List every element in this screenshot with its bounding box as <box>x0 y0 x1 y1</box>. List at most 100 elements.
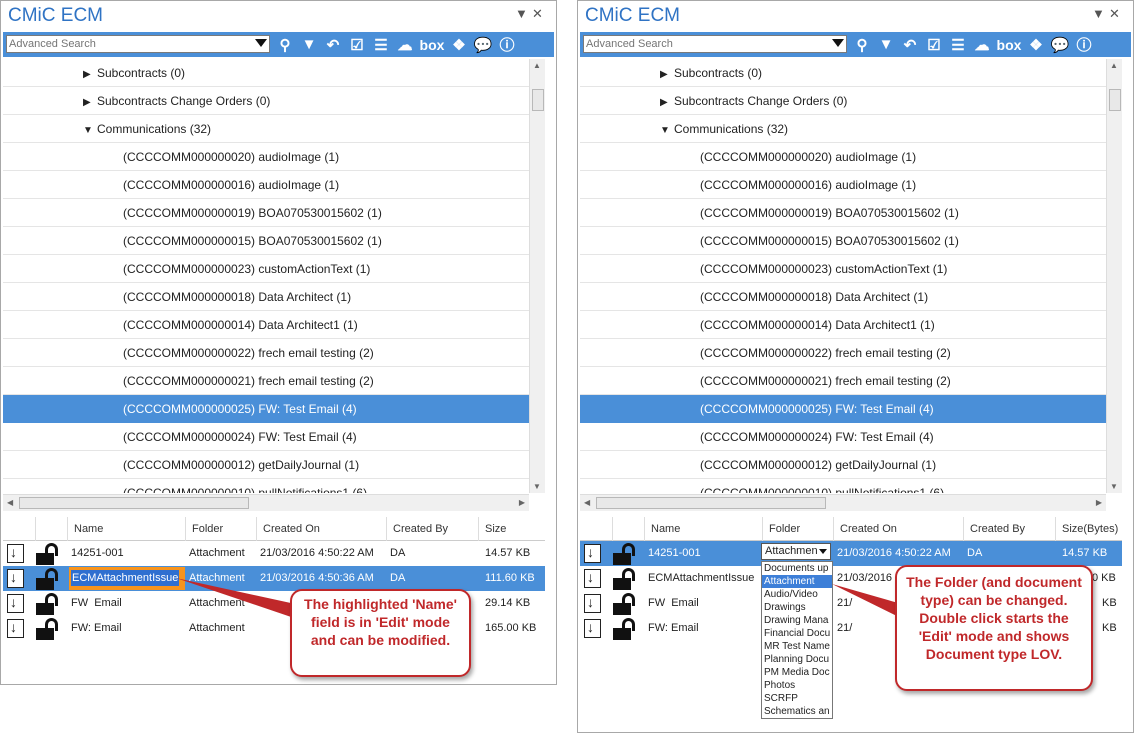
col-created-on[interactable]: Created On <box>256 517 386 541</box>
name-edit-text[interactable]: ECMAttachmentIssue <box>71 570 179 586</box>
scroll-thumb[interactable] <box>19 497 249 509</box>
download-icon[interactable] <box>584 569 601 588</box>
table-row[interactable]: 14251-001 Attachment 21/03/2016 4:50:22 … <box>3 541 545 566</box>
tree-node-selected[interactable]: (CCCCOMM000000025) FW: Test Email (4) <box>580 395 1106 423</box>
lov-option[interactable]: Schematics an <box>762 705 832 718</box>
tree-node[interactable]: (CCCCOMM000000018) Data Architect (1) <box>3 283 529 311</box>
pin-dropdown-icon[interactable]: ▼ <box>515 6 528 21</box>
table-row-selected[interactable]: ECMAttachmentIssue Attachment 21/03/2016… <box>3 566 545 591</box>
expanded-triangle-icon[interactable]: ▼ <box>660 117 674 145</box>
scroll-thumb[interactable] <box>596 497 826 509</box>
tree-node[interactable]: (CCCCOMM000000022) frech email testing (… <box>3 339 529 367</box>
tree-node[interactable]: ▼ Communications (32) <box>580 115 1106 143</box>
lov-option[interactable]: Photos <box>762 679 832 692</box>
col-folder[interactable]: Folder <box>762 517 833 541</box>
tree-vertical-scrollbar[interactable]: ▲ ▼ <box>529 59 545 493</box>
col-created-on[interactable]: Created On <box>833 517 963 541</box>
col-folder[interactable]: Folder <box>185 517 256 541</box>
tree-horizontal-scrollbar[interactable]: ◀ ▶ <box>580 494 1106 511</box>
advanced-search-input[interactable] <box>586 37 826 51</box>
tree-node-selected[interactable]: (CCCCOMM000000025) FW: Test Email (4) <box>3 395 529 423</box>
tree-node[interactable]: (CCCCOMM000000021) frech email testing (… <box>3 367 529 395</box>
tree-node[interactable]: (CCCCOMM000000020) audioImage (1) <box>3 143 529 171</box>
tree-node[interactable]: (CCCCOMM000000024) FW: Test Email (4) <box>3 423 529 451</box>
tree-vertical-scrollbar[interactable]: ▲ ▼ <box>1106 59 1122 493</box>
collapsed-triangle-icon[interactable]: ▶ <box>83 89 97 117</box>
lov-option[interactable]: Documents up <box>762 562 832 575</box>
checkbox-icon[interactable]: ☑ <box>345 34 369 56</box>
advanced-search-combo[interactable] <box>583 35 847 53</box>
filter-icon[interactable]: ▼ <box>874 34 898 56</box>
lov-option-selected[interactable]: Attachment <box>762 575 832 588</box>
advanced-search-input[interactable] <box>9 37 249 51</box>
dropbox-icon[interactable]: ❖ <box>1024 34 1048 56</box>
close-icon[interactable]: ✕ <box>1109 6 1120 22</box>
unlock-icon[interactable] <box>613 543 635 565</box>
tree-node[interactable]: (CCCCOMM000000021) frech email testing (… <box>580 367 1106 395</box>
scroll-up-icon[interactable]: ▲ <box>533 61 541 70</box>
filter-icon[interactable]: ▼ <box>297 34 321 56</box>
undo-icon[interactable]: ↶ <box>321 34 345 56</box>
scroll-left-icon[interactable]: ◀ <box>7 498 13 507</box>
tree-node[interactable]: (CCCCOMM000000018) Data Architect (1) <box>580 283 1106 311</box>
box-icon[interactable]: box <box>417 34 447 56</box>
chevron-down-icon[interactable] <box>255 39 267 47</box>
lov-option[interactable]: Drawings <box>762 601 832 614</box>
unlock-icon[interactable] <box>36 543 58 565</box>
folder-edit-combo[interactable]: Attachmen <box>761 543 831 560</box>
tree-horizontal-scrollbar[interactable]: ◀ ▶ <box>3 494 529 511</box>
info-icon[interactable]: ⓘ <box>495 34 519 56</box>
lov-option[interactable]: Drawing Mana <box>762 614 832 627</box>
chevron-down-icon[interactable] <box>819 549 827 554</box>
tree-node[interactable]: (CCCCOMM000000024) FW: Test Email (4) <box>580 423 1106 451</box>
download-icon[interactable] <box>7 619 24 638</box>
scroll-right-icon[interactable]: ▶ <box>519 498 525 507</box>
chevron-down-icon[interactable] <box>832 39 844 47</box>
scroll-right-icon[interactable]: ▶ <box>1096 498 1102 507</box>
col-created-by[interactable]: Created By <box>963 517 1055 541</box>
unlock-icon[interactable] <box>36 568 58 590</box>
close-icon[interactable]: ✕ <box>532 6 543 22</box>
download-icon[interactable] <box>7 569 24 588</box>
list-icon[interactable]: ☰ <box>369 34 393 56</box>
lov-option[interactable]: Planning Docu <box>762 653 832 666</box>
expanded-triangle-icon[interactable]: ▼ <box>83 117 97 145</box>
tree-node[interactable]: ▼ Communications (32) <box>3 115 529 143</box>
scroll-thumb[interactable] <box>1109 89 1121 111</box>
scroll-up-icon[interactable]: ▲ <box>1110 61 1118 70</box>
tree-node[interactable]: (CCCCOMM000000015) BOA070530015602 (1) <box>3 227 529 255</box>
scroll-thumb[interactable] <box>532 89 544 111</box>
tree-node[interactable]: ▶ Subcontracts (0) <box>3 59 529 87</box>
lov-option[interactable]: MR Test Name <box>762 640 832 653</box>
tree-node[interactable]: ▶ Subcontracts (0) <box>580 59 1106 87</box>
list-icon[interactable]: ☰ <box>946 34 970 56</box>
tree-node[interactable]: (CCCCOMM000000010) pullNotifications1 (6… <box>580 479 1106 493</box>
tree-node[interactable]: (CCCCOMM000000010) pullNotifications1 (6… <box>3 479 529 493</box>
lov-option[interactable]: PM Media Doc <box>762 666 832 679</box>
cloud-icon[interactable]: ☁ <box>393 34 417 56</box>
tree-node[interactable]: (CCCCOMM000000019) BOA070530015602 (1) <box>3 199 529 227</box>
lov-option[interactable]: Audio/Video <box>762 588 832 601</box>
unlock-icon[interactable] <box>613 593 635 615</box>
tree-node[interactable]: (CCCCOMM000000023) customActionText (1) <box>580 255 1106 283</box>
dropbox-icon[interactable]: ❖ <box>447 34 471 56</box>
tree-node[interactable]: (CCCCOMM000000014) Data Architect1 (1) <box>3 311 529 339</box>
scroll-down-icon[interactable]: ▼ <box>1110 482 1118 491</box>
tree-node[interactable]: (CCCCOMM000000019) BOA070530015602 (1) <box>580 199 1106 227</box>
chat-icon[interactable]: 💬 <box>471 34 495 56</box>
col-size[interactable]: Size <box>478 517 545 541</box>
lov-option[interactable]: Financial Docu <box>762 627 832 640</box>
unlock-icon[interactable] <box>613 618 635 640</box>
download-icon[interactable] <box>7 544 24 563</box>
unlock-icon[interactable] <box>36 593 58 615</box>
collapsed-triangle-icon[interactable]: ▶ <box>660 61 674 89</box>
collapsed-triangle-icon[interactable]: ▶ <box>660 89 674 117</box>
download-icon[interactable] <box>584 619 601 638</box>
collapsed-triangle-icon[interactable]: ▶ <box>83 61 97 89</box>
tree-node[interactable]: (CCCCOMM000000022) frech email testing (… <box>580 339 1106 367</box>
download-icon[interactable] <box>584 594 601 613</box>
advanced-search-combo[interactable] <box>6 35 270 53</box>
tree-node[interactable]: ▶ Subcontracts Change Orders (0) <box>3 87 529 115</box>
col-name[interactable]: Name <box>644 517 762 541</box>
name-edit-field[interactable]: ECMAttachmentIssue <box>69 567 185 590</box>
